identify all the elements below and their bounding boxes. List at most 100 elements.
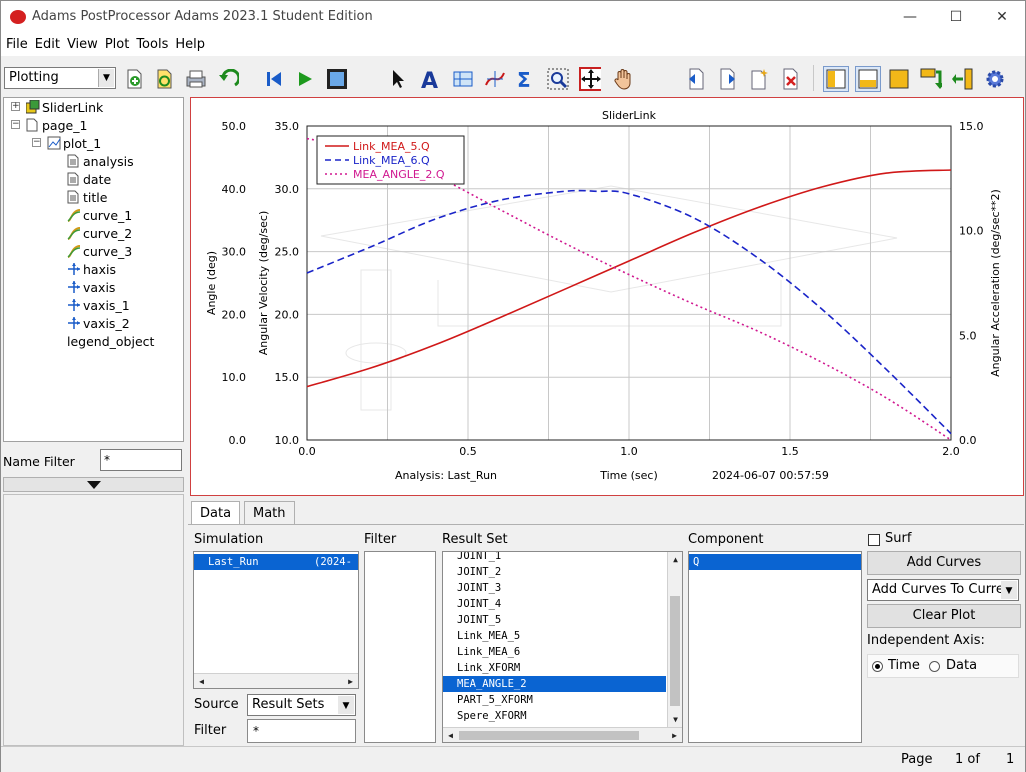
menu-file[interactable]: File [6, 37, 28, 52]
tree-item-label: date [83, 171, 112, 187]
tree-item-curve-1[interactable]: curve_1 [67, 206, 132, 224]
tree-item-curve-2[interactable]: curve_2 [67, 224, 132, 242]
vertical-scrollbar[interactable]: ▲ ▼ [667, 552, 682, 727]
tree-item-date[interactable]: date [67, 170, 111, 188]
add-mode-select[interactable]: Add Curves To Current ▼ [867, 579, 1019, 601]
collapse-toggle[interactable]: − [11, 120, 20, 129]
simulation-list[interactable]: Last_Run (2024- ◀ ▶ [193, 551, 359, 689]
axis-icon[interactable] [452, 68, 474, 90]
tree-item-analysis[interactable]: analysis [67, 152, 134, 170]
curve-edit-icon[interactable] [484, 68, 506, 90]
menu-help[interactable]: Help [175, 37, 205, 52]
tree-item-vaxis[interactable]: vaxis [67, 278, 115, 296]
result-set-list[interactable]: Spere_XFORM PART_5_XFORM MEA_ANGLE_2 Link_X… [442, 551, 683, 743]
data-radio[interactable] [929, 661, 940, 672]
tree-item-legend-object[interactable]: legend_object [67, 332, 154, 350]
tree-item-vaxis-2[interactable]: vaxis_2 [67, 314, 130, 332]
minimize-button[interactable]: — [887, 1, 933, 32]
object-tree: + SliderLink − page_1 − plot_1 analysis … [3, 97, 184, 442]
close-button[interactable]: ✕ [979, 1, 1025, 32]
source-select[interactable]: Result Sets ▼ [247, 694, 356, 716]
surf-checkbox[interactable] [868, 534, 880, 546]
scroll-up-icon[interactable]: ▲ [668, 552, 682, 567]
add-curves-button[interactable]: Add Curves [867, 551, 1021, 575]
list-item[interactable]: Q [689, 554, 861, 570]
swap-icon[interactable] [920, 68, 942, 90]
new-page-icon[interactable] [748, 68, 770, 90]
play-icon[interactable] [294, 68, 316, 90]
tree-item-vaxis-1[interactable]: vaxis_1 [67, 296, 130, 314]
time-radio[interactable] [872, 661, 883, 672]
list-item[interactable]: Last_Run (2024- [194, 554, 358, 570]
new-page-icon[interactable] [123, 68, 145, 90]
scroll-right-icon[interactable]: ▶ [343, 674, 358, 688]
tab-math[interactable]: Math [244, 501, 295, 525]
next-page-icon[interactable] [717, 68, 739, 90]
import-icon[interactable] [952, 68, 974, 90]
menu-tools[interactable]: Tools [136, 37, 168, 52]
fill-icon[interactable] [888, 68, 910, 90]
tab-data[interactable]: Data [191, 501, 241, 525]
list-item[interactable]: Link_MEA_6 [443, 644, 666, 660]
filter-input[interactable]: * [247, 719, 356, 743]
list-item[interactable]: Spere_XFORM [443, 708, 666, 724]
tree-item-title[interactable]: title [67, 188, 107, 206]
scrollbar-thumb[interactable] [670, 596, 680, 706]
scroll-left-icon[interactable]: ◀ [443, 728, 458, 742]
text-icon[interactable]: A [420, 68, 442, 90]
legend-object[interactable]: Link_MEA_5.Q Link_MEA_6.Q MEA_ANGLE_2.Q [316, 135, 465, 185]
maximize-button[interactable]: ☐ [933, 1, 979, 32]
fit-icon[interactable] [579, 67, 601, 91]
component-list[interactable]: Q [688, 551, 862, 743]
layout-icon[interactable] [823, 66, 849, 92]
menu-view[interactable]: View [67, 37, 98, 52]
tree-item-haxis[interactable]: haxis [67, 260, 116, 278]
vaxis-2-tick-label: 15.0 [959, 120, 984, 133]
list-item[interactable]: Link_XFORM [443, 660, 666, 676]
list-item[interactable]: JOINT_5 [443, 612, 666, 628]
list-item[interactable]: Link_MEA_5 [443, 628, 666, 644]
settings-gear-icon[interactable] [984, 68, 1006, 90]
list-item[interactable]: JOINT_4 [443, 596, 666, 612]
animation-icon[interactable] [326, 68, 348, 90]
undo-icon[interactable] [217, 68, 239, 90]
layout2-icon[interactable] [855, 66, 881, 92]
expand-toggle[interactable]: + [11, 102, 20, 111]
delete-page-icon[interactable] [780, 68, 802, 90]
pan-hand-icon[interactable] [612, 68, 634, 90]
horizontal-scrollbar[interactable]: ◀ ▶ [194, 673, 358, 688]
name-filter-input[interactable]: * [100, 449, 182, 471]
select-arrow-icon[interactable] [387, 68, 409, 90]
tree-item-page[interactable]: page_1 [26, 116, 87, 134]
vaxis-ticks: 50.0 40.0 30.0 20.0 10.0 0.0 [222, 120, 247, 447]
scroll-right-icon[interactable]: ▶ [667, 728, 682, 742]
print-icon[interactable] [185, 68, 207, 90]
menu-edit[interactable]: Edit [35, 37, 60, 52]
scroll-down-icon[interactable]: ▼ [668, 712, 682, 727]
mode-select[interactable]: Plotting ▼ [4, 67, 116, 89]
horizontal-scrollbar[interactable]: ◀ ▶ [443, 727, 682, 742]
analysis-label: Analysis: Last_Run [395, 469, 497, 482]
plot-area[interactable]: SliderLink 50.0 40.0 30.0 20.0 10.0 0.0 35.0 3… [190, 97, 1024, 496]
collapse-toggle[interactable]: − [32, 138, 41, 147]
list-item[interactable]: JOINT_2 [443, 564, 666, 580]
tree-item-sliderlink[interactable]: SliderLink [26, 98, 103, 116]
previous-page-icon[interactable] [685, 68, 707, 90]
menu-plot[interactable]: Plot [105, 37, 130, 52]
tree-item-curve-3[interactable]: curve_3 [67, 242, 132, 260]
rewind-icon[interactable] [263, 68, 285, 90]
panel-collapse-button[interactable] [3, 477, 184, 492]
reload-icon[interactable] [153, 68, 175, 90]
list-item[interactable]: JOINT_3 [443, 580, 666, 596]
scrollbar-thumb[interactable] [459, 731, 639, 740]
list-item[interactable]: PART_5_XFORM [443, 692, 666, 708]
filter-list[interactable] [364, 551, 436, 743]
vaxis-1-tick-label: 20.0 [275, 308, 300, 321]
list-item[interactable]: MEA_ANGLE_2 [443, 676, 666, 692]
scroll-left-icon[interactable]: ◀ [194, 674, 209, 688]
clear-plot-button[interactable]: Clear Plot [867, 604, 1021, 628]
tree-item-plot[interactable]: plot_1 [47, 134, 101, 152]
zoom-icon[interactable] [547, 68, 569, 90]
list-item[interactable]: JOINT_1 [443, 552, 666, 564]
sigma-icon[interactable]: Σ [515, 68, 537, 90]
